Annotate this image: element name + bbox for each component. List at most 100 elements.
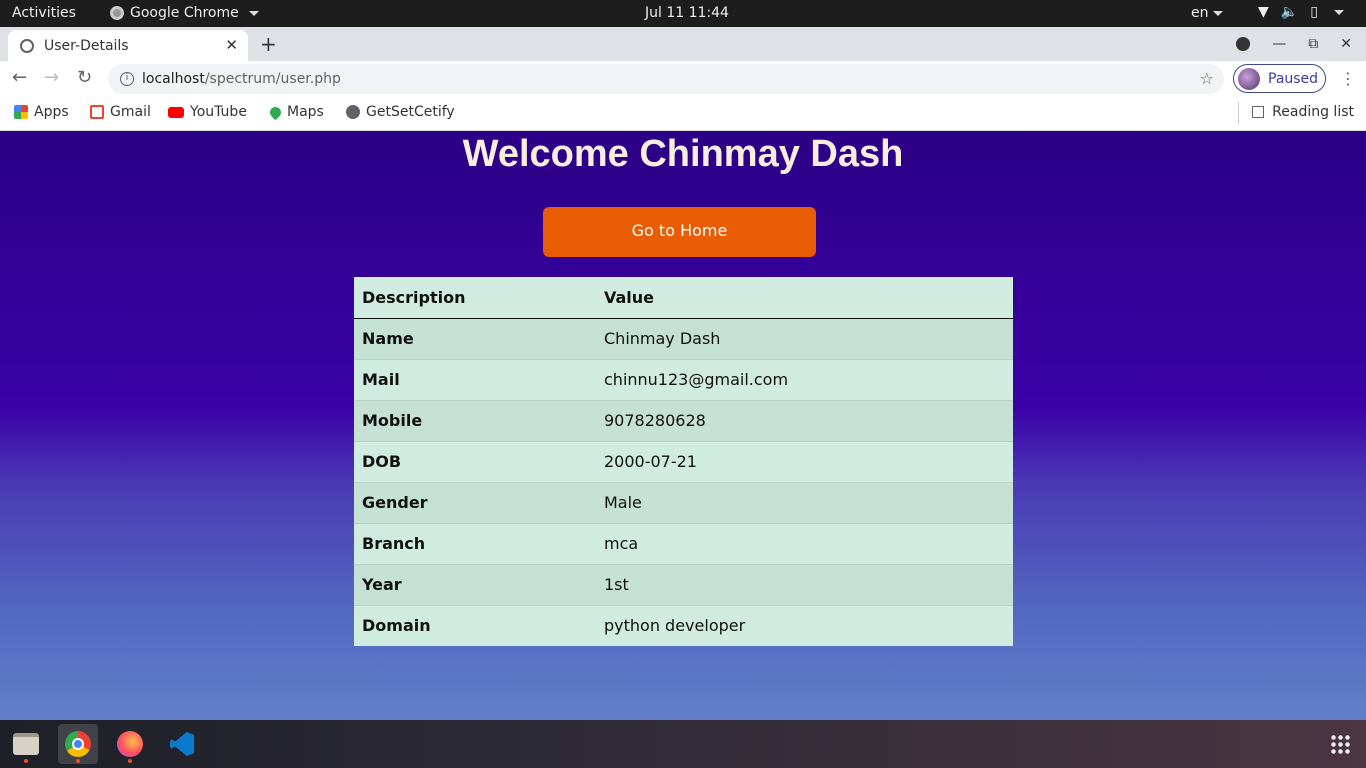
page-title: Welcome Chinmay Dash [462, 133, 904, 175]
chevron-down-icon [248, 10, 259, 16]
table-row: DOB 2000-07-21 [354, 441, 1013, 482]
table-row: Name Chinmay Dash [354, 318, 1013, 359]
profile-button[interactable]: Paused [1233, 64, 1326, 93]
new-tab-button[interactable]: + [260, 32, 277, 56]
table-row: Mobile 9078280628 [354, 400, 1013, 441]
volume-icon: 🔈 [1280, 4, 1299, 20]
reload-icon[interactable]: ↻ [77, 67, 92, 88]
tab-search-icon[interactable] [1236, 37, 1251, 51]
close-window-icon[interactable]: ✕ [1340, 36, 1352, 52]
gmail-icon [90, 105, 104, 119]
running-indicator [128, 759, 132, 763]
browser-toolbar: ← → ↻ i localhost/spectrum/user.php ☆ Pa… [0, 61, 1366, 96]
tab-strip: User-Details ✕ [0, 27, 1366, 61]
restore-icon[interactable]: ⧉ [1308, 36, 1318, 52]
table-row: Domain python developer [354, 605, 1013, 646]
row-label: Branch [362, 534, 426, 553]
more-menu-icon[interactable]: ⋮ [1340, 69, 1356, 88]
show-applications-icon[interactable] [1330, 734, 1350, 754]
input-language-label: en [1191, 5, 1209, 21]
row-value: 1st [604, 575, 629, 594]
maps-pin-icon [267, 104, 284, 120]
page-content: Welcome Chinmay Dash Go to Home Descript… [0, 131, 1366, 720]
table-row: Gender Male [354, 482, 1013, 523]
firefox-icon [117, 731, 143, 757]
minimize-icon[interactable]: — [1272, 36, 1286, 52]
profile-label: Paused [1268, 70, 1319, 87]
running-indicator [76, 759, 80, 763]
globe-icon [346, 105, 360, 119]
bookmark-apps[interactable]: Apps [14, 104, 69, 120]
dock-chrome[interactable] [58, 724, 98, 764]
row-value: Chinmay Dash [604, 329, 721, 348]
tab-title: User-Details [44, 37, 129, 54]
user-details-table: Description Value Name Chinmay Dash Mail c… [354, 277, 1013, 646]
app-menu-label: Google Chrome [130, 5, 239, 21]
vscode-icon [170, 732, 194, 756]
row-label: Gender [362, 493, 428, 512]
dock [0, 720, 1366, 768]
bookmark-maps[interactable]: Maps [267, 104, 324, 120]
go-to-home-button[interactable]: Go to Home [543, 207, 816, 257]
avatar [1238, 67, 1260, 90]
row-value: 2000-07-21 [604, 452, 697, 471]
back-icon[interactable]: ← [12, 67, 27, 88]
files-icon [13, 733, 39, 755]
row-label: Domain [362, 616, 431, 636]
chrome-icon [65, 731, 91, 757]
tab-user-details[interactable]: User-Details ✕ [8, 30, 248, 61]
row-label: DOB [362, 452, 402, 471]
input-language[interactable]: en [1191, 5, 1223, 21]
table-row: Mail chinnu123@gmail.com [354, 359, 1013, 400]
chrome-icon [110, 6, 124, 20]
row-label: Mobile [362, 411, 423, 430]
reading-list-icon [1252, 106, 1265, 118]
bookmark-getsetcetify[interactable]: GetSetCetify [346, 104, 455, 120]
bookmark-label: GetSetCetify [366, 104, 455, 120]
running-indicator [24, 759, 28, 763]
globe-icon [20, 38, 34, 53]
reading-list-label: Reading list [1272, 104, 1354, 120]
table-row: Year 1st [354, 564, 1013, 605]
system-tray[interactable]: ▼ 🔈 ▯ [1258, 4, 1344, 20]
divider [1238, 102, 1239, 124]
bookmark-label: YouTube [190, 104, 247, 120]
forward-icon[interactable]: → [44, 67, 59, 88]
chevron-down-icon [1333, 10, 1344, 15]
row-value: Male [604, 493, 642, 512]
close-icon[interactable]: ✕ [225, 36, 238, 54]
bookmark-label: Apps [34, 104, 69, 120]
clock[interactable]: Jul 11 11:44 [645, 5, 729, 21]
bookmark-label: Gmail [110, 104, 151, 120]
bookmarks-bar: Apps Gmail YouTube Maps GetSetCetify Rea… [0, 96, 1366, 131]
url-host: localhost [142, 71, 205, 87]
row-label: Year [362, 575, 402, 594]
table-row: Branch mca [354, 523, 1013, 564]
reading-list-button[interactable]: Reading list [1252, 104, 1354, 120]
bookmark-youtube[interactable]: YouTube [168, 104, 247, 120]
bookmark-star-icon[interactable]: ☆ [1200, 69, 1214, 88]
window-controls: — ⧉ ✕ [1236, 27, 1366, 61]
address-bar[interactable]: i localhost/spectrum/user.php ☆ [108, 64, 1224, 94]
table-header-row: Description Value [354, 277, 1013, 318]
row-value: python developer [604, 616, 746, 636]
activities-button[interactable]: Activities [12, 5, 76, 21]
dock-files[interactable] [6, 724, 46, 764]
column-header-description: Description [362, 287, 466, 307]
battery-icon: ▯ [1310, 4, 1318, 20]
row-value: chinnu123@gmail.com [604, 370, 789, 389]
app-menu[interactable]: Google Chrome [110, 5, 259, 21]
bookmark-label: Maps [287, 104, 324, 120]
system-top-bar: Activities Google Chrome Jul 11 11:44 en… [0, 0, 1366, 27]
dock-vscode[interactable] [162, 724, 202, 764]
url-path: /spectrum/user.php [204, 71, 341, 87]
youtube-icon [168, 106, 184, 118]
apps-grid-icon [14, 105, 28, 119]
info-icon[interactable]: i [120, 72, 134, 86]
column-header-value: Value [604, 287, 655, 307]
row-value: 9078280628 [604, 411, 706, 430]
wifi-icon: ▼ [1258, 4, 1269, 20]
dock-firefox[interactable] [110, 724, 150, 764]
chevron-down-icon [1212, 10, 1223, 16]
bookmark-gmail[interactable]: Gmail [90, 104, 151, 120]
